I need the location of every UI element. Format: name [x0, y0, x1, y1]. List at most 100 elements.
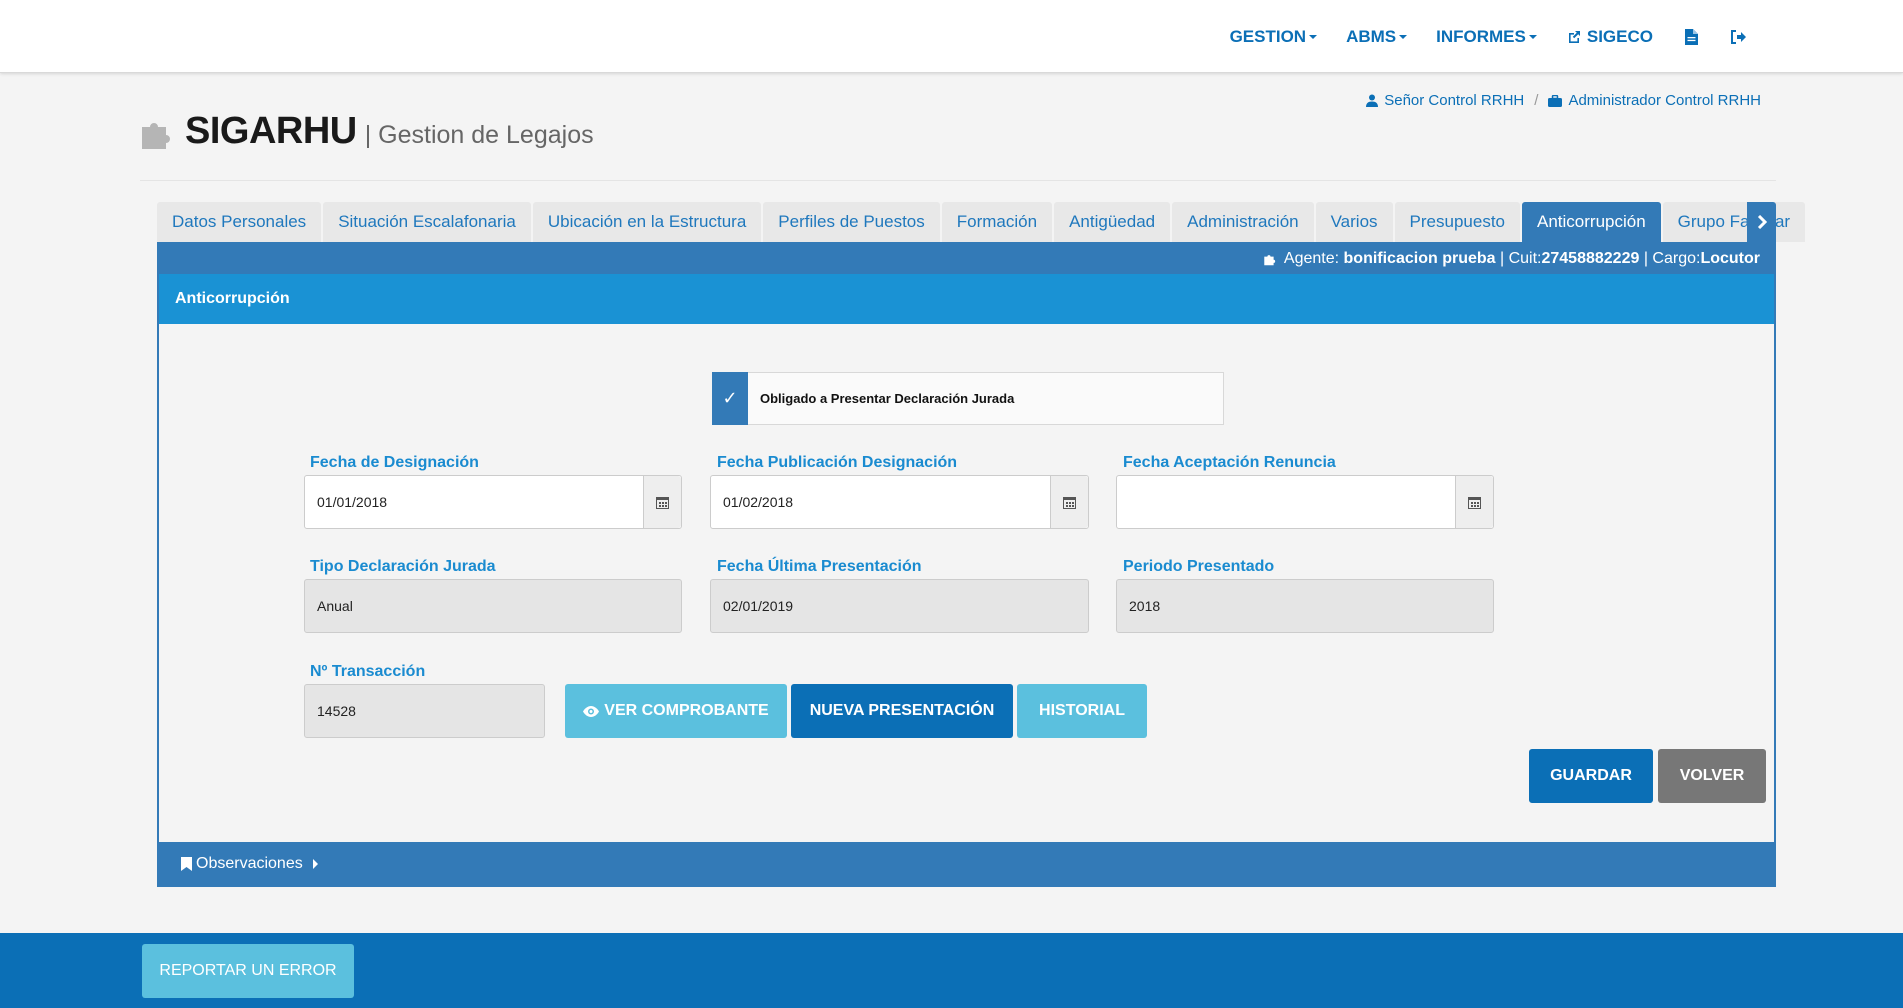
fecha-publicacion-field[interactable]: 01/02/2018: [710, 475, 1089, 529]
observaciones-toggle[interactable]: Observaciones: [159, 842, 1774, 885]
breadcrumb-role[interactable]: Administrador Control RRHH: [1568, 92, 1761, 109]
fecha-publicacion-label: Fecha Publicación Designación: [717, 454, 958, 471]
nueva-presentacion-button[interactable]: NUEVA PRESENTACIÓN: [791, 684, 1013, 738]
nav-abms-label: ABMS: [1346, 26, 1397, 46]
guardar-label: GUARDAR: [1550, 767, 1632, 784]
fecha-ultima-label: Fecha Última Presentación: [717, 558, 922, 575]
tab-administracion[interactable]: Administración: [1172, 202, 1314, 242]
ver-comprobante-label: VER COMPROBANTE: [604, 702, 769, 719]
puzzle-icon: [1264, 255, 1276, 266]
external-link-icon: [1568, 30, 1580, 43]
nav-menu: GESTION ABMS INFORMES SIGECO: [1201, 0, 1746, 73]
caret-right-icon: [312, 858, 318, 869]
reportar-error-button[interactable]: REPORTAR UN ERROR: [142, 944, 354, 998]
fecha-ultima-field[interactable]: 02/01/2019: [710, 579, 1089, 633]
periodo-label: Periodo Presentado: [1123, 558, 1275, 575]
anticorrupcion-panel: Agente: bonificacion prueba | Cuit: 2745…: [157, 242, 1776, 887]
guardar-button[interactable]: GUARDAR: [1529, 749, 1653, 803]
tab-formacion[interactable]: Formación: [941, 202, 1053, 242]
panel-body: ✓ Obligado a Presentar Declaración Jurad…: [159, 324, 1774, 844]
tipo-declaracion-field[interactable]: Anual: [304, 579, 682, 633]
volver-label: VOLVER: [1679, 767, 1745, 784]
tipo-declaracion-label: Tipo Declaración Jurada: [310, 558, 496, 575]
transaccion-value: 14528: [317, 703, 356, 719]
caret-down-icon: [1399, 34, 1408, 39]
transaccion-label: Nº Transacción: [310, 663, 426, 680]
breadcrumb-separator: /: [1534, 92, 1539, 109]
calendar-icon: [656, 496, 669, 509]
calendar-button[interactable]: [643, 476, 681, 528]
chevron-right-icon: [1757, 215, 1767, 229]
tab-antiguedad[interactable]: Antigüedad: [1054, 202, 1171, 242]
header-divider: [140, 180, 1776, 181]
fecha-aceptacion-label: Fecha Aceptación Renuncia: [1123, 454, 1336, 471]
tab-bar: Datos Personales Situación Escalafonaria…: [157, 202, 1807, 242]
tab-situacion-escalafonaria[interactable]: Situación Escalafonaria: [323, 202, 531, 242]
nav-gestion[interactable]: GESTION: [1230, 27, 1318, 47]
tab-presupuesto[interactable]: Presupuesto: [1394, 202, 1520, 242]
cuit-label: | Cuit:: [1499, 250, 1542, 267]
caret-down-icon: [1528, 34, 1537, 39]
tab-varios[interactable]: Varios: [1315, 202, 1393, 242]
nav-gestion-label: GESTION: [1229, 26, 1307, 46]
historial-label: HISTORIAL: [1039, 702, 1125, 719]
briefcase-icon: [1548, 94, 1563, 107]
nav-sigeco-link[interactable]: SIGECO: [1566, 27, 1653, 47]
tab-scroll-right[interactable]: [1747, 202, 1776, 242]
obligado-checkbox-group: ✓ Obligado a Presentar Declaración Jurad…: [712, 372, 1224, 425]
nav-abms[interactable]: ABMS: [1346, 26, 1408, 47]
user-icon: [1366, 94, 1379, 107]
footer: REPORTAR UN ERROR: [0, 933, 1903, 1008]
tab-perfiles-puestos[interactable]: Perfiles de Puestos: [763, 202, 940, 242]
transaccion-field[interactable]: 14528: [304, 684, 545, 738]
nav-informes[interactable]: INFORMES: [1436, 27, 1537, 47]
calendar-icon: [1063, 496, 1076, 509]
agent-label: Agente:: [1283, 250, 1340, 267]
nueva-presentacion-label: NUEVA PRESENTACIÓN: [809, 702, 995, 719]
ver-comprobante-button[interactable]: VER COMPROBANTE: [565, 684, 787, 738]
historial-button[interactable]: HISTORIAL: [1017, 684, 1147, 738]
cargo-value: Locutor: [1700, 250, 1760, 267]
nav-informes-label: INFORMES: [1436, 26, 1526, 46]
puzzle-icon: [142, 123, 170, 149]
breadcrumb: Señor Control RRHH / Administrador Contr…: [1366, 92, 1761, 109]
fecha-aceptacion-field[interactable]: [1116, 475, 1494, 529]
page-title: SIGARHU: [185, 110, 357, 152]
reportar-error-label: REPORTAR UN ERROR: [159, 962, 337, 979]
tab-ubicacion-estructura[interactable]: Ubicación en la Estructura: [532, 202, 762, 242]
tab-datos-personales[interactable]: Datos Personales: [157, 202, 322, 242]
calendar-button[interactable]: [1455, 476, 1493, 528]
top-navbar: GESTION ABMS INFORMES SIGECO: [0, 0, 1903, 73]
fecha-ultima-value: 02/01/2019: [723, 598, 794, 614]
fecha-designacion-label: Fecha de Designación: [310, 454, 479, 471]
caret-down-icon: [1309, 34, 1318, 39]
obligado-checkbox[interactable]: ✓: [712, 372, 748, 425]
volver-button[interactable]: VOLVER: [1658, 749, 1766, 803]
cuit-value: 27458882229: [1541, 250, 1640, 267]
periodo-field[interactable]: 2018: [1116, 579, 1494, 633]
agent-info-bar: Agente: bonificacion prueba | Cuit: 2745…: [159, 244, 1774, 274]
tab-anticorrupcion[interactable]: Anticorrupción: [1522, 202, 1661, 242]
cargo-label: | Cargo:: [1643, 250, 1701, 267]
check-icon: ✓: [722, 388, 738, 408]
bookmark-icon: [181, 856, 192, 871]
nav-sigeco-label: SIGECO: [1586, 26, 1653, 46]
fecha-designacion-value: 01/01/2018: [317, 494, 388, 510]
obligado-label: Obligado a Presentar Declaración Jurada: [760, 391, 1015, 406]
observaciones-label: Observaciones: [196, 854, 303, 872]
app-header: SIGARHU | Gestion de Legajos: [140, 110, 594, 153]
section-header: Anticorrupción: [159, 274, 1774, 324]
tipo-declaracion-value: Anual: [317, 598, 353, 614]
periodo-value: 2018: [1129, 598, 1161, 614]
calendar-icon: [1468, 496, 1481, 509]
eye-icon: [583, 705, 600, 717]
calendar-button[interactable]: [1050, 476, 1088, 528]
breadcrumb-user[interactable]: Señor Control RRHH: [1384, 92, 1524, 109]
fecha-publicacion-value: 01/02/2018: [723, 494, 794, 510]
document-icon[interactable]: [1685, 28, 1698, 45]
agent-name: bonificacion prueba: [1343, 250, 1496, 267]
fecha-designacion-field[interactable]: 01/01/2018: [304, 475, 682, 529]
logout-icon[interactable]: [1730, 29, 1746, 44]
page-subtitle: | Gestion de Legajos: [364, 121, 594, 149]
tab-grupo-familiar[interactable]: Grupo Familiar: [1662, 202, 1806, 242]
